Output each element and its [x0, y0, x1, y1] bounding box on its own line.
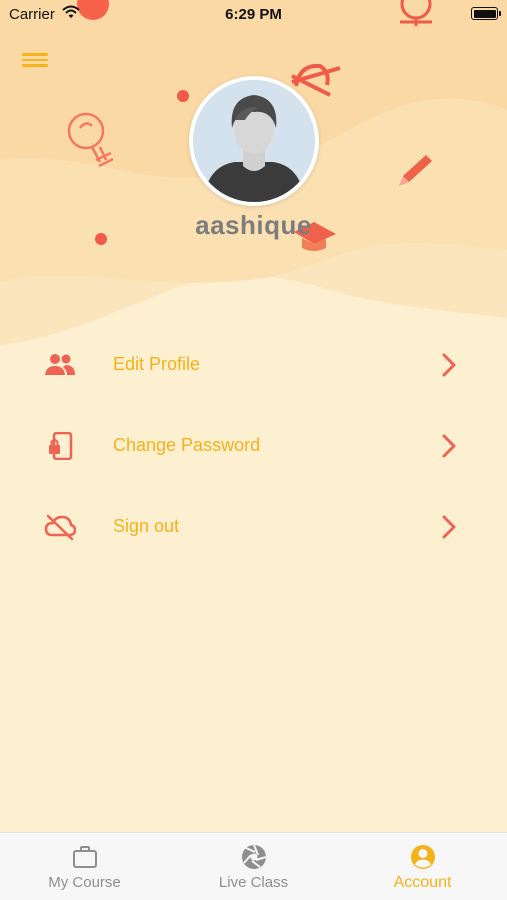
- status-time: 6:29 PM: [225, 6, 282, 23]
- cloud-off-icon: [44, 514, 76, 541]
- account-menu-list: Edit Profile Change Password Sign out: [0, 325, 507, 568]
- tab-my-course[interactable]: My Course: [0, 833, 169, 900]
- hamburger-line: [22, 58, 48, 61]
- hamburger-line: [22, 53, 48, 56]
- menu-item-change-password[interactable]: Change Password: [0, 406, 507, 487]
- chevron-right-icon: [442, 515, 456, 539]
- status-bar: Carrier 6:29 PM: [0, 0, 507, 28]
- briefcase-icon: [73, 846, 97, 868]
- people-icon: [45, 354, 75, 375]
- decor-dot: [177, 90, 189, 102]
- tab-live-class[interactable]: Live Class: [169, 833, 338, 900]
- tab-account[interactable]: Account: [338, 833, 507, 900]
- bottom-tab-bar: My Course Live Class Account: [0, 832, 507, 900]
- profile-username: aashique: [195, 210, 312, 240]
- menu-item-label: Edit Profile: [113, 354, 201, 374]
- chevron-right-icon: [442, 434, 456, 458]
- menu-item-label: Change Password: [113, 435, 261, 455]
- battery-icon: [471, 7, 501, 20]
- hamburger-menu-button[interactable]: [22, 50, 48, 70]
- hamburger-line: [22, 64, 48, 67]
- phone-lock-icon: [49, 432, 73, 460]
- aperture-icon: [242, 844, 267, 869]
- profile-avatar[interactable]: [189, 76, 319, 206]
- menu-item-sign-out[interactable]: Sign out: [0, 487, 507, 568]
- default-user-avatar-icon: [193, 80, 315, 202]
- chevron-right-icon: [442, 353, 456, 377]
- menu-item-edit-profile[interactable]: Edit Profile: [0, 325, 507, 406]
- tab-label: Account: [393, 874, 452, 891]
- menu-item-label: Sign out: [113, 516, 180, 536]
- user-circle-icon: [411, 845, 435, 869]
- tab-label: Live Class: [218, 874, 289, 891]
- account-screen: Carrier 6:29 PM aashique Edit Profile Ch…: [0, 0, 507, 900]
- tab-label: My Course: [48, 874, 121, 891]
